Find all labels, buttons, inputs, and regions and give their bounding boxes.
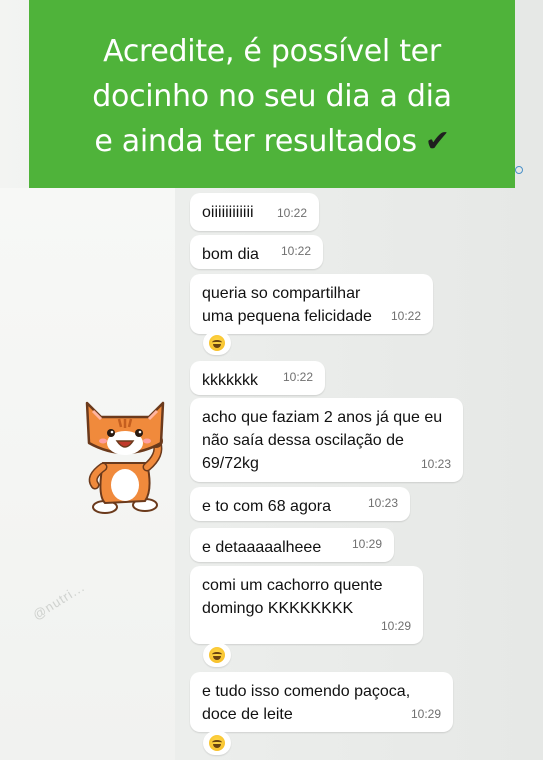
message-time: 10:29: [351, 537, 382, 551]
reaction-badge[interactable]: [203, 731, 231, 755]
message-time: 10:29: [410, 707, 441, 721]
message-text: e tudo isso comendo paçoca, doce de leit…: [202, 683, 411, 723]
message-bubble[interactable]: comi um cachorro quente domingo KKKKKKKK…: [190, 566, 423, 644]
circle-icon: [515, 166, 523, 174]
reaction-badge[interactable]: [203, 331, 231, 355]
message-bubble[interactable]: e detaaaaalheee 10:29: [190, 528, 394, 562]
banner-line-2: docinho no seu dia a dia: [92, 78, 452, 114]
message-bubble[interactable]: e tudo isso comendo paçoca, doce de leit…: [190, 672, 453, 732]
message-time: 10:22: [282, 370, 313, 384]
message-time: 10:22: [390, 309, 421, 323]
banner-line-1: Acredite, é possível ter: [103, 33, 441, 69]
message-bubble[interactable]: queria so compartilhar uma pequena felic…: [190, 274, 433, 334]
banner-line-3: e ainda ter resultados ✔: [94, 119, 450, 164]
message-bubble[interactable]: kkkkkkk 10:22: [190, 361, 325, 395]
message-time: 10:22: [280, 244, 311, 258]
banner-line-3-text: e ainda ter resultados: [94, 123, 417, 159]
message-text: queria so compartilhar uma pequena felic…: [202, 285, 372, 325]
message-time: 10:23: [420, 457, 451, 471]
message-bubble[interactable]: oiiiiiiiiiiii 10:22: [190, 193, 319, 231]
message-bubble[interactable]: bom dia 10:22: [190, 235, 323, 269]
message-bubble[interactable]: e to com 68 agora 10:23: [190, 487, 410, 521]
promo-banner: Acredite, é possível ter docinho no seu …: [29, 0, 515, 188]
checkmark-icon: ✔: [424, 123, 450, 159]
message-time: 10:29: [380, 619, 411, 633]
message-bubble[interactable]: acho que faziam 2 anos já que eu não saí…: [190, 398, 463, 482]
grinning-sweat-emoji-icon: [209, 647, 225, 663]
reaction-badge[interactable]: [203, 643, 231, 667]
message-time: 10:23: [367, 496, 398, 510]
grinning-sweat-emoji-icon: [209, 335, 225, 351]
message-text: acho que faziam 2 anos já que eu não saí…: [202, 409, 443, 472]
cat-sticker-icon: [85, 401, 165, 514]
message-text: comi um cachorro quente domingo KKKKKKKK: [202, 577, 383, 617]
message-time: 10:22: [276, 206, 307, 220]
grinning-sweat-emoji-icon: [209, 735, 225, 751]
